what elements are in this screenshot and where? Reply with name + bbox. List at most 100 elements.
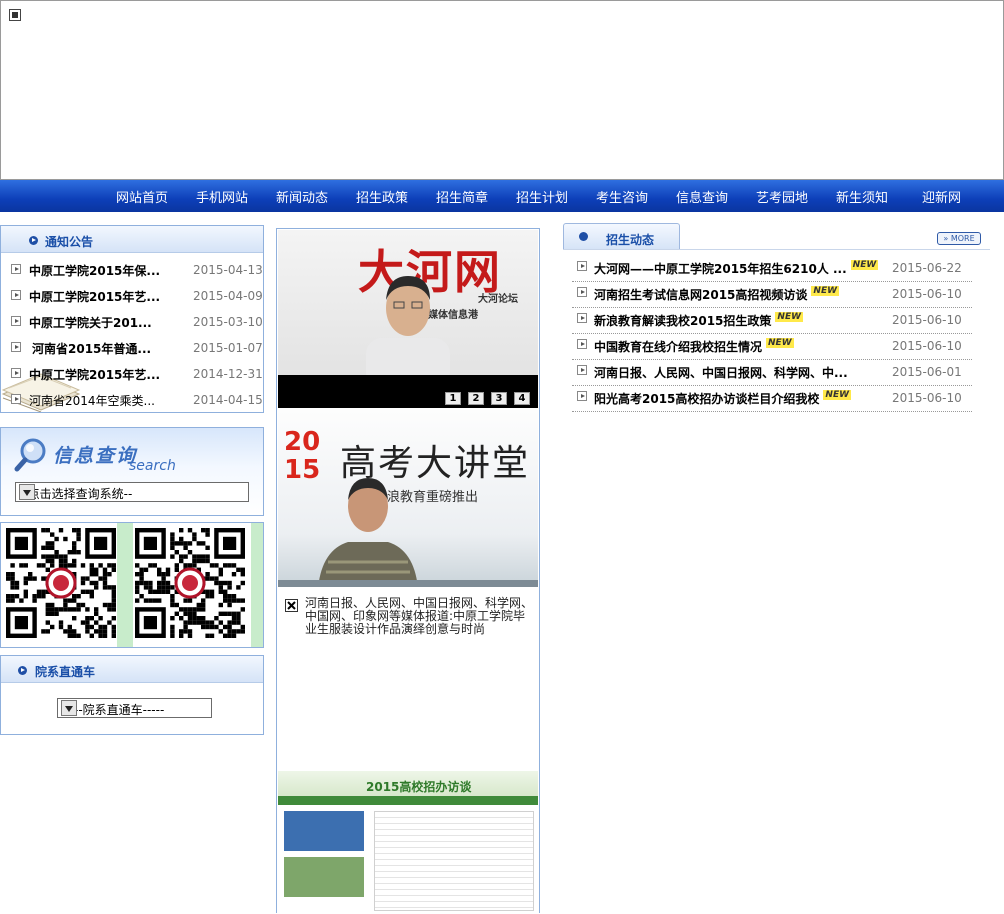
slide-page-button[interactable]: 3 <box>491 392 507 405</box>
interview-title: 2015高校招办访谈 <box>366 780 472 794</box>
arrow-icon <box>577 391 587 401</box>
nav-freshman-notes[interactable]: 新生须知 <box>836 187 888 206</box>
interview-photo <box>284 857 364 897</box>
lecture-image[interactable]: 2015 高考大讲堂 新浪教育重磅推出 <box>278 410 538 587</box>
notice-item[interactable]: 中原工学院2015年艺... 2014-12-31 <box>11 364 263 386</box>
admissions-item[interactable]: 新浪教育解读我校2015招生政策 NEW 2015-06-10 <box>572 308 972 334</box>
department-select[interactable]: -----院系直通车----- <box>57 698 212 718</box>
nav-admission-plan[interactable]: 招生计划 <box>516 187 568 206</box>
arrow-icon <box>11 316 21 326</box>
top-banner <box>0 0 1004 180</box>
nav-admission-policy[interactable]: 招生政策 <box>356 187 408 206</box>
info-query-title: 信息查询 <box>53 445 138 467</box>
admissions-item-title[interactable]: 大河网——中原工学院2015年招生6210人 ... NEW <box>594 260 879 277</box>
admissions-item-date: 2015-06-01 <box>892 365 962 379</box>
department-panel: 院系直通车 -----院系直通车----- <box>0 655 264 735</box>
arrow-icon <box>11 394 21 404</box>
nav-info-query[interactable]: 信息查询 <box>676 187 728 206</box>
notice-item[interactable]: 中原工学院2015年保... 2015-04-13 <box>11 260 263 282</box>
arrow-icon <box>577 261 587 271</box>
admissions-item-date: 2015-06-10 <box>892 391 962 405</box>
info-query-panel: 信息查询 search --点击选择查询系统-- <box>0 427 264 516</box>
slide-page-button[interactable]: 1 <box>445 392 461 405</box>
new-badge: NEW <box>823 390 852 400</box>
admissions-item[interactable]: 阳光高考2015高校招办访谈栏目介绍我校 NEW 2015-06-10 <box>572 386 972 412</box>
main-nav: 网站首页 手机网站 新闻动态 招生政策 招生简章 招生计划 考生咨询 信息查询 … <box>0 180 1004 212</box>
qr-divider <box>117 523 133 647</box>
arrow-icon <box>11 342 21 352</box>
magnifier-icon <box>14 438 46 472</box>
arrow-icon <box>577 313 587 323</box>
notice-title: 通知公告 <box>45 235 94 249</box>
nav-home[interactable]: 网站首页 <box>116 187 168 206</box>
admissions-item-title[interactable]: 河南日报、人民网、中国日报网、科学网、中... <box>594 364 848 381</box>
admissions-item-title[interactable]: 中国教育在线介绍我校招生情况 NEW <box>594 338 794 355</box>
nav-mobile-site[interactable]: 手机网站 <box>196 187 248 206</box>
notice-item-title[interactable]: 河南省2014年空乘类... <box>29 392 155 409</box>
nav-admission-guide[interactable]: 招生简章 <box>436 187 488 206</box>
notice-item[interactable]: 中原工学院2015年艺... 2015-04-09 <box>11 286 263 308</box>
nav-art-exam[interactable]: 艺考园地 <box>756 187 808 206</box>
nav-news[interactable]: 新闻动态 <box>276 187 328 206</box>
admissions-item-title[interactable]: 阳光高考2015高校招办访谈栏目介绍我校 NEW <box>594 390 852 407</box>
new-badge: NEW <box>766 338 794 348</box>
admissions-item[interactable]: 中国教育在线介绍我校招生情况 NEW 2015-06-10 <box>572 334 972 360</box>
notice-item[interactable]: 河南省2014年空乘类... 2014-04-15 <box>11 390 263 412</box>
arrow-icon <box>577 365 587 375</box>
nav-consult[interactable]: 考生咨询 <box>596 187 648 206</box>
notice-item-date: 2015-04-09 <box>193 289 263 303</box>
notice-item-title[interactable]: 中原工学院2015年艺... <box>29 288 160 305</box>
department-header: 院系直通车 <box>1 656 263 683</box>
query-system-select-value: --点击选择查询系统-- <box>19 487 133 501</box>
admissions-item-title[interactable]: 河南招生考试信息网2015高招视频访谈 NEW <box>594 286 840 303</box>
interview-nav-strip <box>278 796 538 805</box>
media-column: 大河网 大河论坛 媒体信息港 1 2 3 4 2015 高考大讲堂 新浪教育重磅… <box>276 228 540 914</box>
chevron-down-icon[interactable] <box>61 700 77 716</box>
query-system-select[interactable]: --点击选择查询系统-- <box>15 482 249 502</box>
notice-item-date: 2015-03-10 <box>193 315 263 329</box>
notice-item-title[interactable]: 中原工学院2015年艺... <box>29 366 160 383</box>
admissions-item-title[interactable]: 新浪教育解读我校2015招生政策 NEW <box>594 312 804 329</box>
close-icon[interactable] <box>285 599 298 612</box>
admissions-tab[interactable]: 招生动态 <box>563 223 680 249</box>
notice-item-title[interactable]: 河南省2015年普通... <box>32 340 151 357</box>
arrow-icon <box>11 264 21 274</box>
media-caption[interactable]: 河南日报、人民网、中国日报网、科学网、中国网、印象网等媒体报道:中原工学院毕业生… <box>305 597 533 636</box>
notice-panel: 通知公告 中原工学院2015年保... 2015-04-13 中原工学院2015… <box>0 225 264 413</box>
chevron-down-icon[interactable] <box>19 484 35 500</box>
slide-sub-text: 大河论坛 <box>478 294 518 305</box>
new-badge: NEW <box>775 312 804 322</box>
admissions-item[interactable]: 大河网——中原工学院2015年招生6210人 ... NEW 2015-06-22 <box>572 256 972 282</box>
qr-divider <box>251 523 263 647</box>
admissions-title: 招生动态 <box>606 233 655 247</box>
arrow-icon <box>11 290 21 300</box>
bullet-icon <box>18 666 27 675</box>
notice-item-title[interactable]: 中原工学院关于201... <box>29 314 152 331</box>
lecture-image-bottom-bar <box>278 580 538 587</box>
qr-code-image <box>6 528 116 642</box>
interview-image[interactable]: 2015高校招办访谈 <box>278 771 538 914</box>
arrow-icon <box>577 287 587 297</box>
more-button[interactable]: » MORE <box>937 232 981 245</box>
lecturer-photo <box>318 478 418 587</box>
slide-page-button[interactable]: 2 <box>468 392 484 405</box>
admissions-item-date: 2015-06-10 <box>892 287 962 301</box>
notice-item-title[interactable]: 中原工学院2015年保... <box>29 262 160 279</box>
admissions-item[interactable]: 河南日报、人民网、中国日报网、科学网、中... 2015-06-01 <box>572 360 972 386</box>
notice-item[interactable]: 中原工学院关于201... 2015-03-10 <box>11 312 263 334</box>
bullet-icon <box>29 236 38 245</box>
broken-image-icon <box>9 9 21 21</box>
qr-panel <box>0 522 264 648</box>
notice-item-date: 2015-04-13 <box>193 263 263 277</box>
slide-page-button[interactable]: 4 <box>514 392 530 405</box>
more-arrow-icon: » <box>943 234 949 243</box>
interview-photo <box>284 811 364 851</box>
notice-item[interactable]: 河南省2015年普通... 2015-01-07 <box>11 338 263 360</box>
video-slideshow[interactable]: 大河网 大河论坛 媒体信息港 1 2 3 4 <box>278 230 538 408</box>
nav-welcome-site[interactable]: 迎新网 <box>922 187 961 206</box>
department-title: 院系直通车 <box>35 665 96 679</box>
admissions-item[interactable]: 河南招生考试信息网2015高招视频访谈 NEW 2015-06-10 <box>572 282 972 308</box>
notice-item-date: 2014-04-15 <box>193 393 263 407</box>
arrow-icon <box>577 339 587 349</box>
admissions-item-date: 2015-06-22 <box>892 261 962 275</box>
